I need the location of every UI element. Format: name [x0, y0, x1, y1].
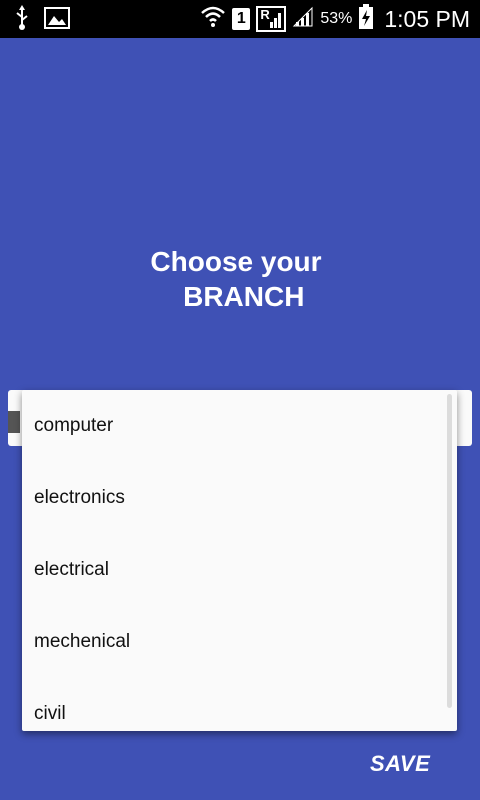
dropdown-item-electronics[interactable]: electronics: [22, 462, 457, 534]
title-line-2: BRANCH: [167, 281, 305, 312]
wifi-icon: [200, 5, 226, 34]
signal-icon: [292, 6, 314, 33]
sim-icon: 1: [232, 8, 251, 30]
spinner-handle: [8, 411, 20, 433]
dropdown-item-computer[interactable]: computer: [22, 390, 457, 462]
usb-icon: [14, 5, 30, 36]
save-button[interactable]: SAVE: [370, 751, 430, 777]
battery-charging-icon: [358, 3, 374, 35]
dropdown-scrollbar[interactable]: [447, 394, 452, 708]
dropdown-item-civil[interactable]: civil: [22, 678, 457, 750]
status-bar: 1 R 53% 1:05 PM: [0, 0, 480, 38]
branch-dropdown-list[interactable]: computer electronics electrical mechenic…: [22, 390, 457, 731]
image-icon: [44, 7, 70, 34]
dropdown-item-electrical[interactable]: electrical: [22, 534, 457, 606]
title-line-1: Choose your: [150, 246, 322, 277]
clock: 1:05 PM: [384, 5, 470, 32]
battery-percent: 53%: [320, 10, 353, 27]
signal-roaming-icon: R: [256, 6, 287, 32]
dropdown-item-mechenical[interactable]: mechenical: [22, 606, 457, 678]
page-title: Choose your BRANCH: [0, 244, 472, 314]
